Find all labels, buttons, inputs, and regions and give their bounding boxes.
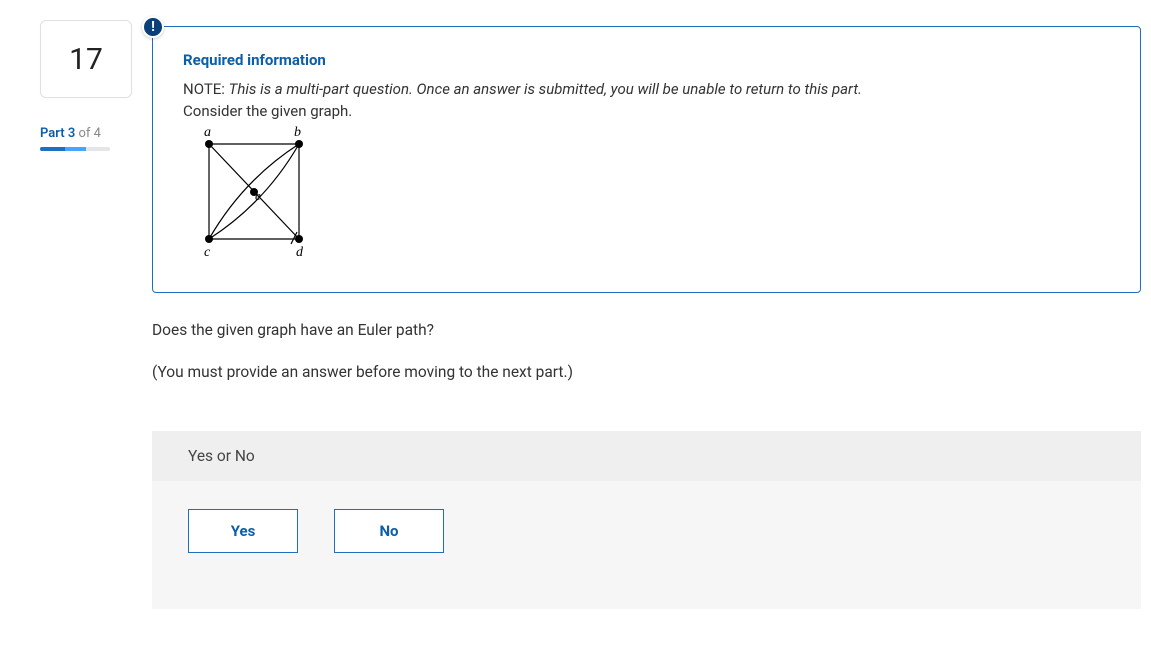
- required-info-box: ! Required information NOTE: This is a m…: [152, 26, 1141, 293]
- graph-figure: a b c d e: [189, 124, 1110, 268]
- no-button[interactable]: No: [334, 509, 444, 553]
- vertex-label-b: b: [294, 125, 301, 140]
- part-label: Part 3 of 4: [40, 126, 132, 141]
- info-icon: !: [142, 16, 164, 38]
- progress-segment-1: [40, 147, 65, 151]
- answer-buttons: Yes No: [152, 481, 1141, 609]
- vertex-label-c: c: [204, 245, 211, 260]
- yes-button[interactable]: Yes: [188, 509, 298, 553]
- question-text: Does the given graph have an Euler path?: [152, 321, 1141, 339]
- part-total: of 4: [75, 126, 101, 141]
- instruction-text: (You must provide an answer before movin…: [152, 363, 1141, 381]
- progress-bar: [40, 147, 110, 151]
- vertex-label-d: d: [296, 245, 304, 260]
- answer-area: Yes or No Yes No: [152, 431, 1141, 609]
- note-line: NOTE: This is a multi-part question. Onc…: [183, 79, 1110, 100]
- note-label: NOTE:: [183, 80, 229, 98]
- consider-text: Consider the given graph.: [183, 102, 1110, 120]
- progress-segment-2: [65, 147, 86, 151]
- note-text: This is a multi-part question. Once an a…: [229, 80, 862, 98]
- question-number: 17: [69, 42, 103, 77]
- part-current: Part 3: [40, 126, 75, 141]
- vertex-label-a: a: [204, 125, 211, 140]
- answer-header: Yes or No: [152, 431, 1141, 481]
- required-info-title: Required information: [183, 51, 1110, 69]
- question-number-box: 17: [40, 20, 132, 98]
